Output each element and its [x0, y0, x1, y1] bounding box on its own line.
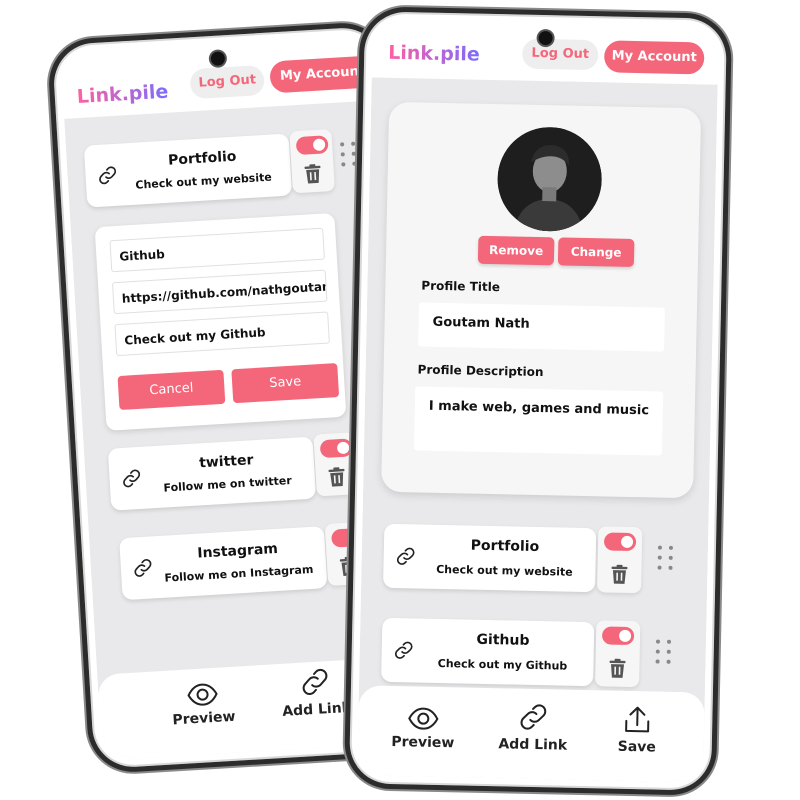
- link-enabled-toggle[interactable]: [601, 626, 635, 646]
- link-description: Follow me on Instagram: [164, 562, 314, 585]
- drag-handle-icon[interactable]: [340, 141, 358, 169]
- nav-preview[interactable]: Preview: [378, 706, 469, 752]
- profile-card: Remove Change Profile Title Goutam Nath …: [381, 101, 702, 499]
- nav-save[interactable]: Save: [602, 704, 673, 756]
- link-enabled-toggle[interactable]: [295, 135, 329, 156]
- link-title: Portfolio: [167, 148, 237, 169]
- link-description: Check out my website: [436, 562, 573, 579]
- edit-link-form: Github https://github.com/nathgoutam93 C…: [94, 212, 347, 431]
- link-description: Follow me on twitter: [163, 473, 293, 495]
- link-url-field[interactable]: https://github.com/nathgoutam93: [111, 269, 328, 315]
- nav-preview[interactable]: Preview: [162, 680, 244, 729]
- link-title: Github: [476, 631, 530, 649]
- cancel-button[interactable]: Cancel: [117, 369, 226, 411]
- app-logo: Link.pile: [388, 41, 480, 66]
- profile-title-label: Profile Title: [421, 278, 501, 295]
- trash-icon[interactable]: [303, 164, 322, 185]
- share-upload-icon: [623, 705, 652, 736]
- link-description: Check out my Github: [437, 656, 568, 673]
- link-enabled-toggle[interactable]: [319, 438, 353, 459]
- front-phone-screen: Link.pile Log Out My Account Remove Chan…: [357, 19, 719, 783]
- profile-description-textarea[interactable]: I make web, games and music: [413, 386, 664, 456]
- logout-button[interactable]: Log Out: [189, 64, 266, 100]
- link-title-field[interactable]: Github: [109, 227, 325, 273]
- trash-icon[interactable]: [610, 565, 628, 585]
- link-enabled-toggle[interactable]: [603, 532, 637, 552]
- front-phone: Link.pile Log Out My Account Remove Chan…: [343, 6, 733, 796]
- link-controls: [289, 128, 335, 194]
- app-logo: Link.pile: [76, 80, 169, 109]
- link-controls: [597, 526, 643, 594]
- link-card[interactable]: twitter Follow me on twitter: [107, 436, 317, 511]
- link-description: Check out my website: [135, 170, 273, 192]
- nav-preview-label: Preview: [172, 708, 236, 729]
- profile-description-label: Profile Description: [417, 362, 544, 380]
- change-photo-button[interactable]: Change: [557, 237, 635, 267]
- nav-preview-label: Preview: [391, 734, 455, 752]
- drag-handle-icon[interactable]: [655, 639, 672, 666]
- profile-title-input[interactable]: Goutam Nath: [418, 302, 665, 352]
- nav-add-link-label: Add Link: [498, 736, 568, 754]
- save-button[interactable]: Save: [231, 363, 340, 404]
- link-title: Instagram: [196, 540, 279, 562]
- avatar: [496, 126, 603, 233]
- eye-icon: [407, 706, 439, 731]
- link-card[interactable]: Instagram Follow me on Instagram: [119, 526, 328, 601]
- drag-handle-icon[interactable]: [657, 545, 674, 572]
- link-controls: [595, 620, 641, 688]
- link-description-field[interactable]: Check out my Github: [114, 311, 330, 357]
- nav-add-link[interactable]: Add Link: [488, 700, 579, 754]
- link-card[interactable]: Portfolio Check out my website: [83, 133, 293, 208]
- link-title: twitter: [198, 452, 254, 472]
- eye-icon: [186, 682, 219, 708]
- link-card[interactable]: Portfolio Check out my website: [383, 523, 597, 593]
- trash-icon[interactable]: [608, 659, 626, 679]
- my-account-button[interactable]: My Account: [603, 40, 705, 75]
- remove-photo-button[interactable]: Remove: [477, 235, 555, 266]
- nav-save-label: Save: [617, 738, 657, 756]
- link-icon: [517, 701, 550, 734]
- front-content: Remove Change Profile Title Goutam Nath …: [357, 77, 718, 783]
- link-card[interactable]: Github Check out my Github: [381, 617, 595, 687]
- link-icon: [298, 665, 332, 699]
- trash-icon[interactable]: [327, 467, 346, 488]
- bottom-nav: Preview Add Link Save: [357, 685, 705, 783]
- logout-button[interactable]: Log Out: [521, 38, 599, 71]
- link-title: Portfolio: [470, 537, 540, 556]
